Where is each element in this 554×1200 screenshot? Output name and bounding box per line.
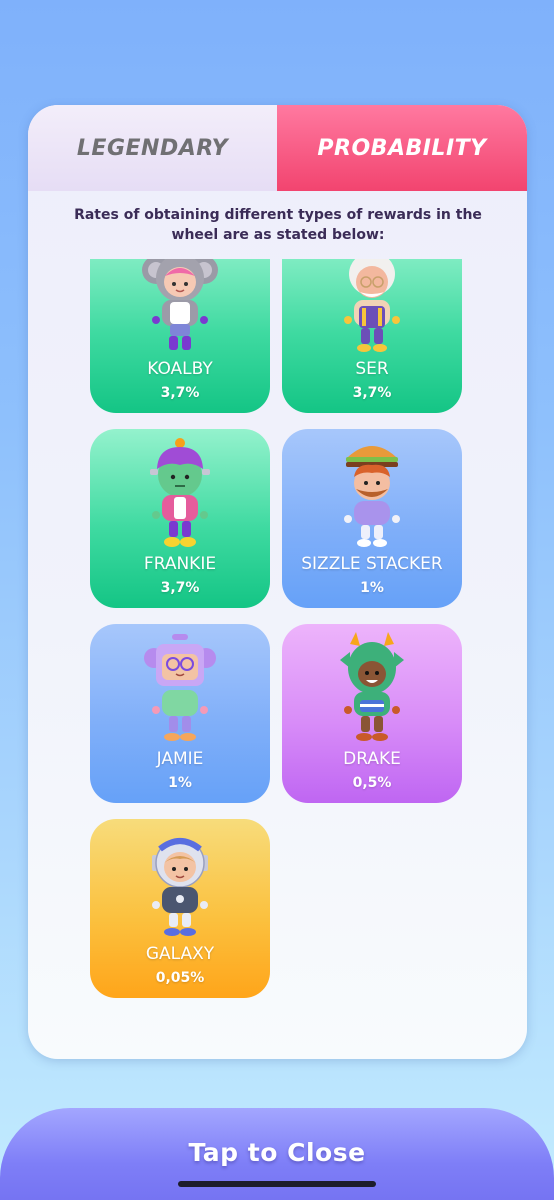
tab-bar: LEGENDARY PROBABILITY xyxy=(28,105,527,191)
home-indicator[interactable] xyxy=(178,1181,376,1187)
reward-card-ser[interactable]: SER 3,7% xyxy=(282,259,462,413)
reward-card-drake[interactable]: DRAKE 0,5% xyxy=(282,624,462,803)
rewards-grid: KOALBY 3,7% SER 3,7% FRANKIE 3,7% SIZZLE… xyxy=(28,259,527,1059)
tap-to-close-label: Tap to Close xyxy=(188,1138,366,1167)
tab-probability-label: PROBABILITY xyxy=(317,135,487,161)
reward-card-galaxy[interactable]: GALAXY 0,05% xyxy=(90,819,270,998)
reward-rate: 1% xyxy=(360,580,384,596)
tab-probability[interactable]: PROBABILITY xyxy=(277,105,527,191)
reward-name: FRANKIE xyxy=(143,554,217,574)
astronaut-figure-icon xyxy=(152,838,208,936)
reward-rate: 1% xyxy=(168,775,192,791)
dragon-costume-figure-icon xyxy=(340,632,404,741)
robot-box-figure-icon xyxy=(144,634,216,741)
frankenstein-figure-icon xyxy=(150,438,210,547)
reward-name: DRAKE xyxy=(343,749,401,769)
koala-hood-figure-icon xyxy=(142,259,218,350)
reward-card-koalby[interactable]: KOALBY 3,7% xyxy=(90,259,270,413)
reward-rate: 0,5% xyxy=(352,775,392,791)
reward-card-sizzle-stacker[interactable]: SIZZLE STACKER 1% xyxy=(282,429,462,608)
reward-rate: 3,7% xyxy=(352,385,392,401)
reward-card-frankie[interactable]: FRANKIE 3,7% xyxy=(90,429,270,608)
reward-name: SIZZLE STACKER xyxy=(301,554,443,574)
reward-name: GALAXY xyxy=(145,944,215,964)
rates-description: Rates of obtaining different types of re… xyxy=(74,207,482,243)
reward-card-jamie[interactable]: JAMIE 1% xyxy=(90,624,270,803)
old-man-figure-icon xyxy=(344,259,400,352)
burger-hat-figure-icon xyxy=(344,446,400,547)
tab-legendary[interactable]: LEGENDARY xyxy=(28,105,277,191)
reward-rate: 3,7% xyxy=(160,385,200,401)
probability-panel: LEGENDARY PROBABILITY Rates of obtaining… xyxy=(28,105,527,1059)
reward-rate: 3,7% xyxy=(160,580,200,596)
reward-name: JAMIE xyxy=(156,749,204,769)
reward-rate: 0,05% xyxy=(155,970,205,986)
reward-name: KOALBY xyxy=(147,359,213,379)
reward-name: SER xyxy=(355,359,389,379)
tab-legendary-label: LEGENDARY xyxy=(76,135,229,161)
